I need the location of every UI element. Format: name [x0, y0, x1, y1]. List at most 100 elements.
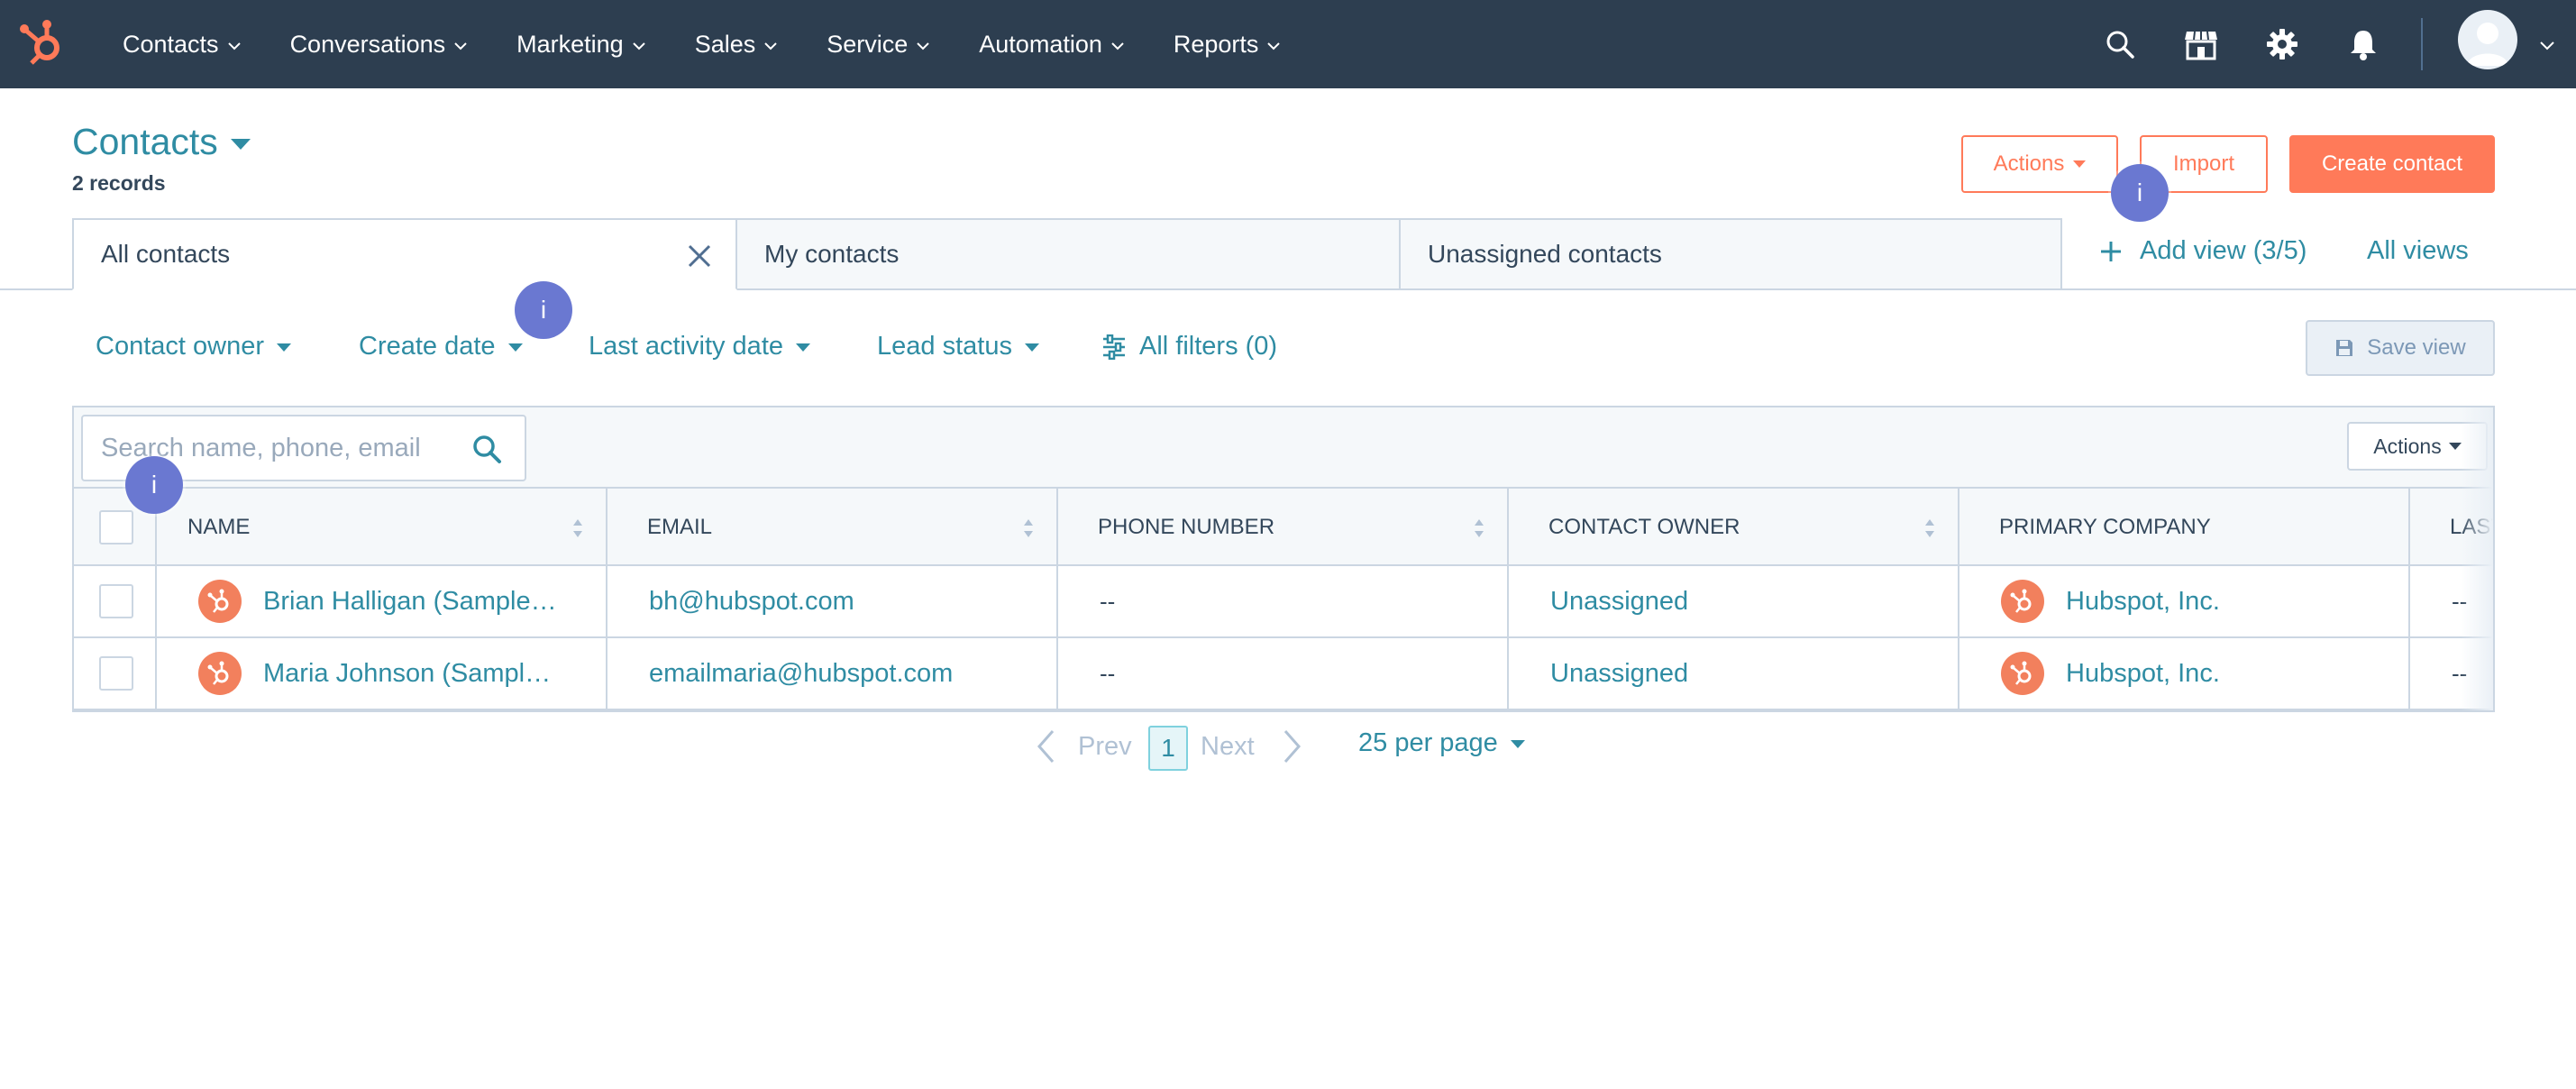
sort-icon[interactable] — [571, 516, 584, 541]
info-beacon[interactable]: i — [2111, 164, 2169, 222]
info-beacon[interactable]: i — [515, 281, 572, 339]
chevron-right-icon — [1283, 730, 1301, 763]
save-view-button[interactable]: Save view — [2306, 320, 2495, 376]
tab-unassigned-contacts[interactable]: Unassigned contacts — [1399, 218, 2062, 290]
table-actions-label: Actions — [2373, 434, 2442, 458]
actions-dropdown-button[interactable]: Actions — [1961, 135, 2118, 193]
create-contact-label: Create contact — [2321, 151, 2463, 176]
owner-link[interactable]: Unassigned — [1550, 587, 1688, 617]
import-label: Import — [2172, 151, 2234, 176]
caret-down-icon — [2073, 160, 2087, 168]
company-link[interactable]: Hubspot, Inc. — [2066, 587, 2220, 617]
caret-down-icon — [1024, 343, 1039, 352]
notifications-bell-icon[interactable] — [2343, 24, 2383, 64]
cell-primary-company: Hubspot, Inc. — [1958, 638, 2408, 709]
filter-contact-owner[interactable]: Contact owner — [96, 332, 291, 361]
nav-marketing-label: Marketing — [516, 30, 624, 58]
hubspot-avatar-icon — [198, 580, 242, 623]
chevron-down-icon — [917, 42, 929, 50]
company-logo-icon — [2001, 652, 2044, 695]
column-header-name[interactable]: NAME — [155, 489, 606, 566]
company-link[interactable]: Hubspot, Inc. — [2066, 659, 2220, 689]
tab-my-contacts[interactable]: My contacts — [735, 218, 1401, 290]
plus-icon — [2101, 241, 2121, 261]
nav-service-label: Service — [827, 30, 909, 58]
save-disk-icon — [2336, 340, 2353, 356]
user-avatar[interactable] — [2458, 10, 2517, 69]
owner-link[interactable]: Unassigned — [1550, 659, 1688, 689]
nav-reports[interactable]: Reports — [1174, 31, 1284, 59]
info-beacon[interactable]: i — [125, 456, 183, 514]
caret-down-icon — [277, 343, 291, 352]
nav-automation-label: Automation — [979, 30, 1102, 58]
column-header-contact-owner[interactable]: CONTACT OWNER — [1507, 489, 1958, 566]
chevron-down-icon — [1111, 42, 1124, 50]
nav-conversations-label: Conversations — [289, 30, 446, 58]
per-page-dropdown[interactable]: 25 per page — [1358, 728, 1525, 758]
chevron-down-icon — [764, 42, 777, 50]
nav-contacts[interactable]: Contacts — [123, 31, 244, 59]
close-icon[interactable] — [685, 242, 714, 270]
filter-label: Contact owner — [96, 332, 264, 361]
cell-name: Maria Johnson (Sample Contact) — [155, 638, 606, 709]
row-checkbox[interactable] — [99, 656, 133, 691]
pagination-next[interactable]: Next — [1201, 728, 1303, 764]
caret-down-icon — [2448, 443, 2462, 450]
tab-label: My contacts — [764, 240, 900, 268]
filter-lead-status[interactable]: Lead status — [877, 332, 1039, 361]
email-link[interactable]: emailmaria@hubspot.com — [649, 659, 953, 689]
nav-service[interactable]: Service — [827, 31, 933, 59]
cell-contact-owner: Unassigned — [1507, 566, 1958, 636]
nav-sales-label: Sales — [694, 30, 756, 58]
cell-phone: -- — [1056, 638, 1507, 709]
filter-label: Create date — [359, 332, 496, 361]
chevron-down-icon — [454, 42, 467, 50]
search-icon[interactable] — [470, 433, 503, 465]
chevron-left-icon — [1037, 730, 1055, 763]
caret-down-icon — [1510, 740, 1525, 748]
add-view-button[interactable]: Add view (3/5) — [2098, 236, 2307, 266]
filter-last-activity-date[interactable]: Last activity date — [589, 332, 810, 361]
pagination-current-page[interactable]: 1 — [1148, 726, 1188, 771]
sort-icon[interactable] — [1923, 516, 1936, 541]
caret-down-icon — [230, 138, 251, 150]
column-label: PRIMARY COMPANY — [1999, 515, 2211, 539]
create-contact-button[interactable]: Create contact — [2289, 135, 2495, 193]
column-header-primary-company[interactable]: PRIMARY COMPANY — [1958, 489, 2408, 566]
nav-divider — [2421, 18, 2423, 70]
chevron-down-icon — [227, 42, 241, 50]
email-link[interactable]: bh@hubspot.com — [649, 587, 854, 617]
sort-icon[interactable] — [1473, 516, 1485, 541]
row-checkbox[interactable] — [99, 584, 133, 618]
all-views-link[interactable]: All views — [2367, 236, 2469, 266]
settings-gear-icon[interactable] — [2262, 24, 2302, 64]
chevron-down-icon[interactable] — [2536, 34, 2558, 56]
sort-icon[interactable] — [1022, 516, 1035, 541]
nav-automation[interactable]: Automation — [979, 31, 1128, 59]
tab-label: Unassigned contacts — [1428, 240, 1662, 268]
prev-label: Prev — [1078, 731, 1132, 761]
marketplace-icon[interactable] — [2181, 24, 2221, 64]
horizontal-scroll-fade — [2461, 407, 2493, 710]
select-all-checkbox[interactable] — [99, 510, 133, 544]
cell-phone: -- — [1056, 566, 1507, 636]
all-filters-button[interactable]: All filters (0) — [1101, 332, 1277, 361]
tab-all-contacts[interactable]: All contacts — [72, 218, 737, 290]
cell-name: Brian Halligan (Sample Contact) — [155, 566, 606, 636]
nav-marketing[interactable]: Marketing — [516, 31, 649, 59]
filter-create-date[interactable]: Create date — [359, 332, 523, 361]
contact-name-link[interactable]: Brian Halligan (Sample Contact) — [263, 587, 561, 617]
column-header-phone[interactable]: PHONE NUMBER — [1056, 489, 1507, 566]
top-navigation-bar: Contacts Conversations Marketing Sales S… — [0, 0, 2576, 88]
search-icon[interactable] — [2100, 24, 2140, 64]
add-view-label: Add view (3/5) — [2140, 236, 2307, 265]
nav-sales[interactable]: Sales — [695, 31, 781, 59]
column-label: CONTACT OWNER — [1548, 515, 1740, 539]
column-header-email[interactable]: EMAIL — [606, 489, 1056, 566]
contact-name-link[interactable]: Maria Johnson (Sample Contact) — [263, 659, 561, 689]
page-title-dropdown[interactable]: Contacts — [72, 121, 251, 163]
pagination-prev[interactable]: Prev — [1035, 728, 1132, 764]
nav-conversations[interactable]: Conversations — [290, 31, 471, 59]
hubspot-logo-icon[interactable] — [18, 16, 70, 69]
table-row: Brian Halligan (Sample Contact) bh@hubsp… — [74, 566, 2493, 638]
